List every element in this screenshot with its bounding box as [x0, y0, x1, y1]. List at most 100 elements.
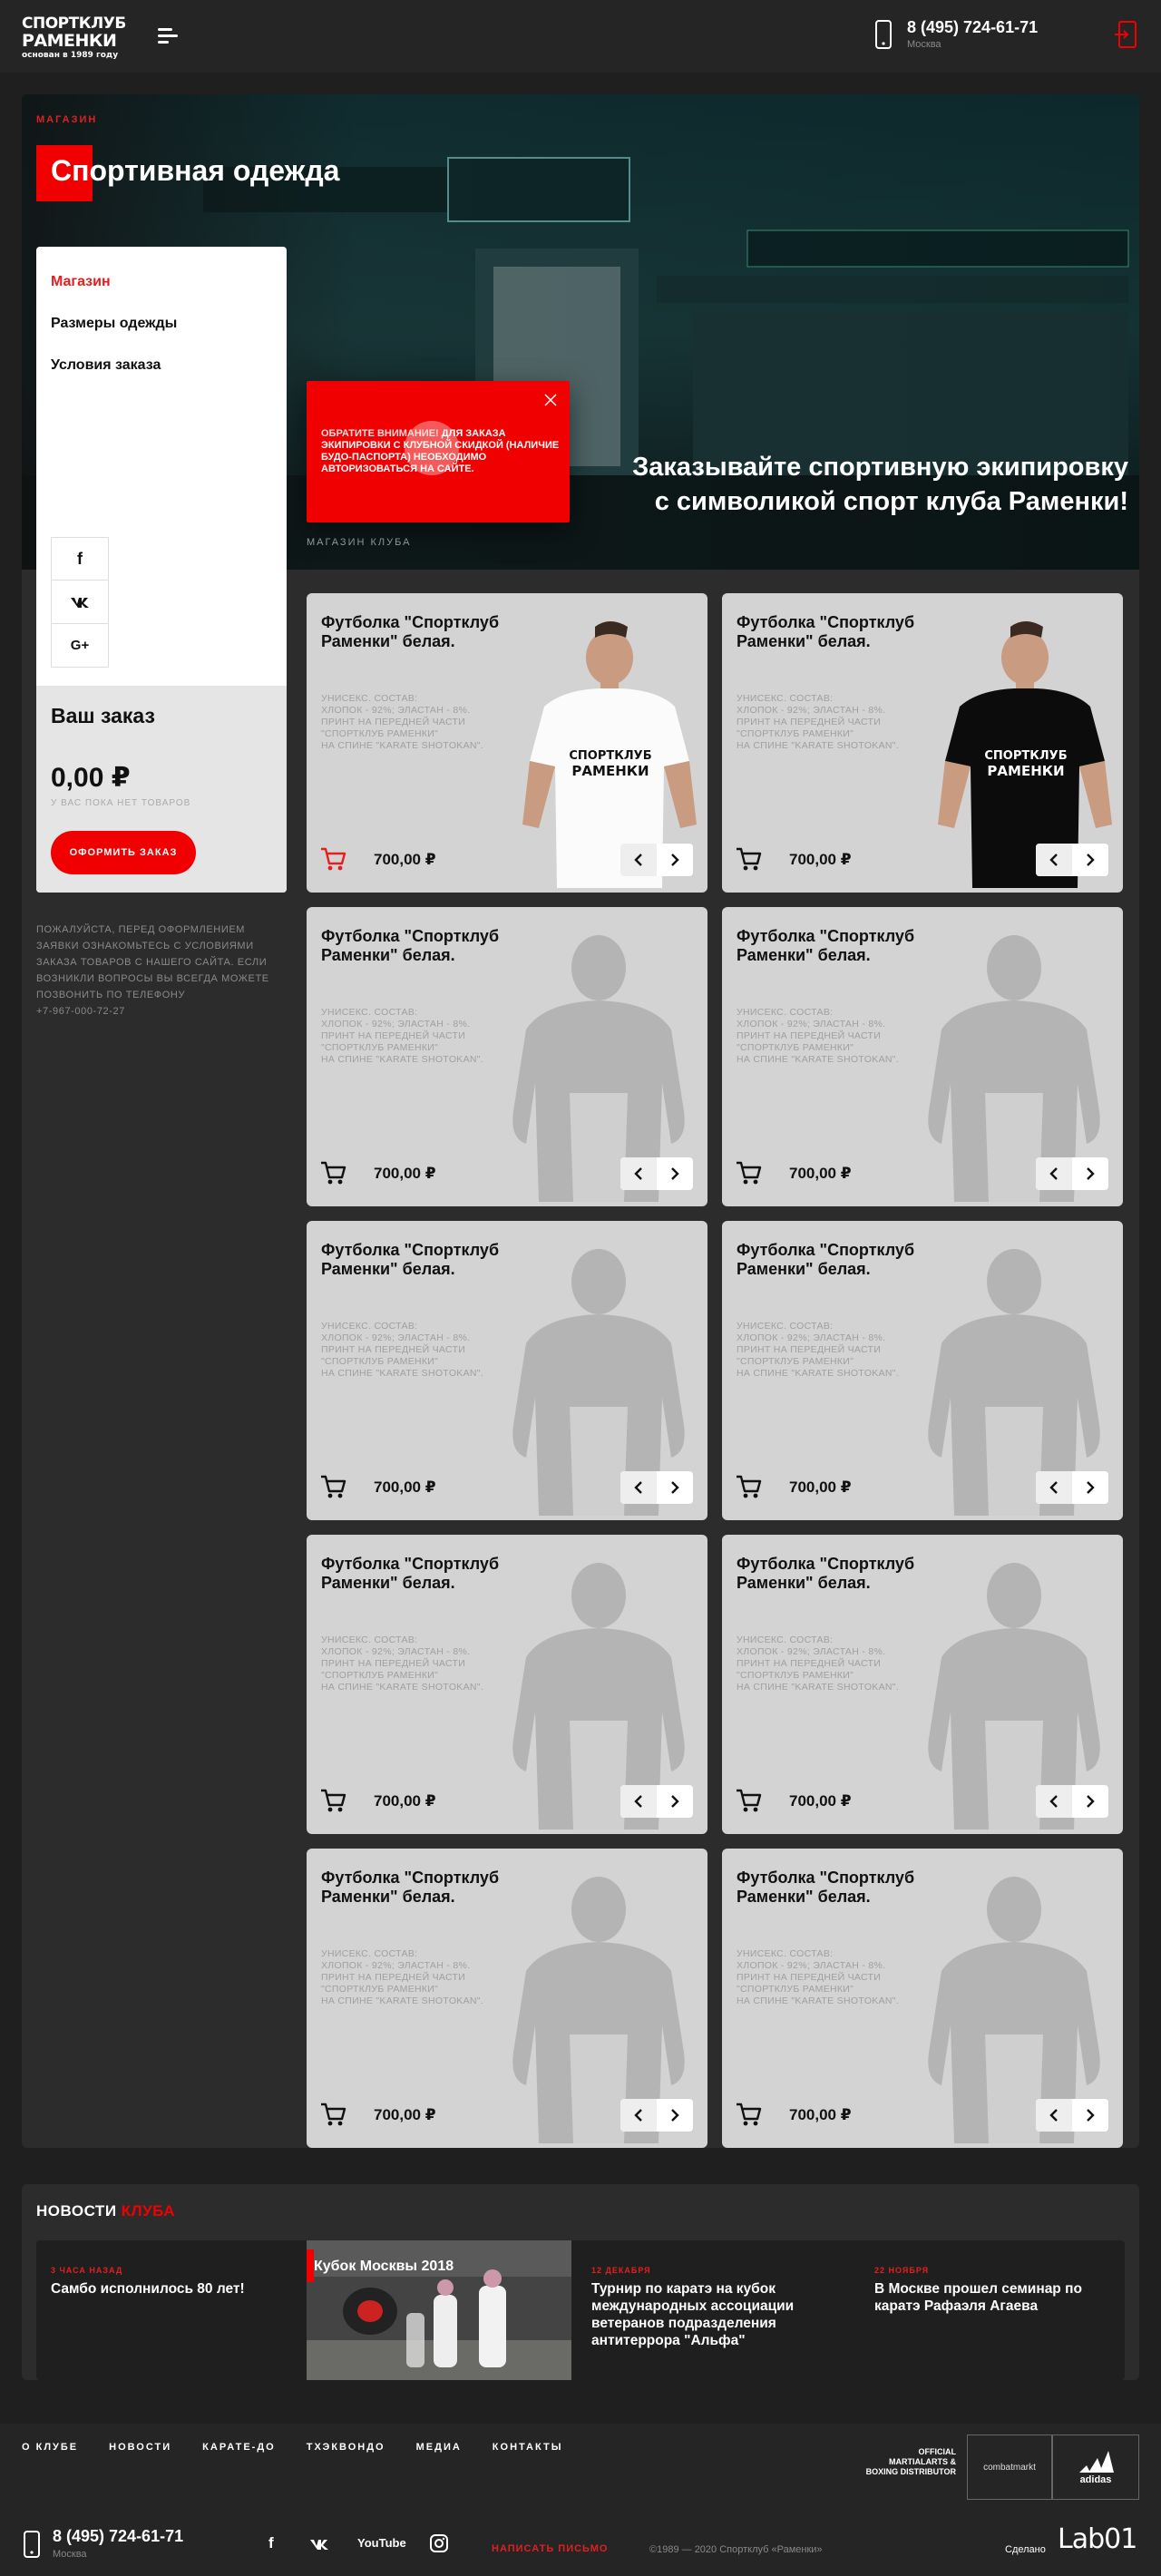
order-title: Ваш заказ [51, 704, 155, 727]
product-card[interactable]: Футболка "Спортклуб Раменки" белая. УНИСЕ… [307, 1221, 707, 1520]
cart-icon[interactable] [319, 1787, 346, 1814]
footer-youtube-icon[interactable]: YouTube [357, 2536, 406, 2550]
next-image-button[interactable] [657, 844, 693, 876]
prev-image-button[interactable] [620, 1785, 657, 1818]
checkout-button[interactable]: ОФОРМИТЬ ЗАКАЗ [51, 831, 196, 874]
cart-icon[interactable] [319, 845, 346, 873]
order-note-phone[interactable]: +7-967-000-72-27 [36, 1006, 125, 1017]
next-image-button[interactable] [1072, 2099, 1108, 2132]
facebook-button[interactable]: f [51, 537, 109, 581]
prev-image-button[interactable] [1036, 1471, 1072, 1504]
footer-link-media[interactable]: МЕДИА [416, 2442, 462, 2453]
footer-link-taekwondo[interactable]: ТХЭКВОНДО [307, 2442, 385, 2453]
logo-line-2: РАМЕНКИ [22, 31, 117, 51]
footer-link-about[interactable]: О КЛУБЕ [22, 2442, 78, 2453]
product-title: Футболка "Спортклуб Раменки" белая. [321, 1241, 500, 1278]
product-card[interactable]: Футболка "Спортклуб Раменки" белая. УНИСЕ… [307, 1849, 707, 2148]
cart-icon[interactable] [319, 2101, 346, 2128]
product-card[interactable]: Футболка "Спортклуб Раменки" белая. УНИСЕ… [722, 1849, 1123, 2148]
cart-icon[interactable] [735, 1159, 762, 1186]
studio-logo[interactable]: Lab01 [1058, 2523, 1137, 2555]
prev-image-button[interactable] [620, 2099, 657, 2132]
write-email-link[interactable]: НАПИСАТЬ ПИСЬМО [492, 2543, 608, 2554]
product-description: УНИСЕКС. СОСТАВ: ХЛОПОК - 92%; ЭЛАСТАН -… [737, 1634, 900, 1693]
product-description: УНИСЕКС. СОСТАВ: ХЛОПОК - 92%; ЭЛАСТАН -… [321, 1634, 484, 1693]
next-image-button[interactable] [1072, 1157, 1108, 1190]
chevron-right-icon [1087, 1795, 1095, 1808]
footer-city: Москва [53, 2549, 87, 2560]
news-item-featured[interactable]: Кубок Москвы 2018 [307, 2240, 571, 2380]
news-item[interactable]: 3 ЧАСА НАЗАД Самбо исполнилось 80 лет! [36, 2240, 301, 2380]
image-slider-controls [1036, 1471, 1108, 1504]
close-icon[interactable] [542, 392, 559, 408]
order-total: 0,00 ₽ [51, 763, 131, 793]
cart-icon[interactable] [319, 1473, 346, 1500]
menu-burger-button[interactable] [158, 28, 180, 46]
news-headline: Турнир по каратэ на кубок международных … [591, 2281, 795, 2348]
next-image-button[interactable] [657, 1471, 693, 1504]
shirt-print: СПОРТКЛУБ [984, 749, 1067, 763]
product-title: Футболка "Спортклуб Раменки" белая. [737, 1869, 915, 1906]
sidebar-item-sizes[interactable]: Размеры одежды [51, 316, 177, 332]
footer-link-contacts[interactable]: КОНТАКТЫ [493, 2442, 563, 2453]
sidebar-item-shop[interactable]: Магазин [51, 274, 177, 290]
footer-link-karate[interactable]: КАРАТЕ-ДО [202, 2442, 276, 2453]
footer-nav: О КЛУБЕ НОВОСТИ КАРАТЕ-ДО ТХЭКВОНДО МЕДИ… [22, 2442, 593, 2453]
next-image-button[interactable] [1072, 1785, 1108, 1818]
product-card[interactable]: СПОРТКЛУБ РАМЕНКИ Футболка "Спортклуб Раме… [307, 593, 707, 893]
header-phone[interactable]: 8 (495) 724-61-71 [907, 18, 1038, 37]
product-card[interactable]: СПОРТКЛУБ РАМЕНКИ Футболка "Спортклуб Раме… [722, 593, 1123, 893]
made-by-label: Сделано [1005, 2544, 1046, 2555]
news-item[interactable]: 22 НОЯБРЯ В Москве прошел семинар по кар… [860, 2240, 1125, 2380]
product-card[interactable]: Футболка "Спортклуб Раменки" белая. УНИСЕ… [722, 907, 1123, 1206]
footer-link-news[interactable]: НОВОСТИ [109, 2442, 171, 2453]
next-image-button[interactable] [657, 1157, 693, 1190]
prev-image-button[interactable] [1036, 1157, 1072, 1190]
cart-icon[interactable] [735, 2101, 762, 2128]
google-plus-button[interactable]: G+ [51, 624, 109, 668]
news-date: 22 НОЯБРЯ [874, 2266, 930, 2275]
adidas-label: adidas [1079, 2474, 1112, 2485]
footer-instagram-icon[interactable] [430, 2534, 448, 2552]
next-image-button[interactable] [657, 1785, 693, 1818]
cart-icon[interactable] [735, 845, 762, 873]
vk-button[interactable] [51, 581, 109, 624]
product-card[interactable]: Футболка "Спортклуб Раменки" белая. УНИСЕ… [307, 1535, 707, 1834]
prev-image-button[interactable] [1036, 844, 1072, 876]
footer-vk-icon[interactable] [308, 2538, 330, 2551]
adidas-logo[interactable]: adidas [1052, 2435, 1139, 2500]
news-date: 3 ЧАСА НАЗАД [51, 2266, 123, 2275]
cart-icon[interactable] [319, 1159, 346, 1186]
next-image-button[interactable] [657, 2099, 693, 2132]
product-card[interactable]: Футболка "Спортклуб Раменки" белая. УНИСЕ… [722, 1535, 1123, 1834]
next-image-button[interactable] [1072, 1471, 1108, 1504]
product-card[interactable]: Футболка "Спортклуб Раменки" белая. УНИСЕ… [722, 1221, 1123, 1520]
footer-phone[interactable]: 8 (495) 724-61-71 [53, 2527, 183, 2546]
product-title: Футболка "Спортклуб Раменки" белая. [321, 613, 500, 650]
chevron-left-icon [1049, 2109, 1058, 2122]
product-title: Футболка "Спортклуб Раменки" белая. [321, 1869, 500, 1906]
sidebar-item-terms[interactable]: Условия заказа [51, 357, 177, 374]
club-logo[interactable]: СПОРТКЛУБ РАМЕНКИ основан в 1989 году [22, 16, 126, 60]
footer-facebook-icon[interactable]: f [268, 2534, 274, 2552]
image-slider-controls [1036, 844, 1108, 876]
news-title-white: НОВОСТИ [36, 2202, 117, 2220]
combatmarkt-logo[interactable]: combatmarkt [967, 2435, 1052, 2500]
prev-image-button[interactable] [1036, 2099, 1072, 2132]
news-item[interactable]: 12 ДЕКАБРЯ Турнир по каратэ на кубок меж… [577, 2240, 842, 2380]
product-card[interactable]: Футболка "Спортклуб Раменки" белая. УНИСЕ… [307, 907, 707, 1206]
phone-icon [875, 20, 892, 49]
notice-text: ОБРАТИТЕ ВНИМАНИЕ! ДЛЯ ЗАКАЗА ЭКИПИРОВКИ… [321, 428, 562, 475]
prev-image-button[interactable] [620, 1157, 657, 1190]
site-header: СПОРТКЛУБ РАМЕНКИ основан в 1989 году 8 … [0, 0, 1161, 73]
login-icon[interactable] [1114, 20, 1137, 49]
cart-icon[interactable] [735, 1787, 762, 1814]
prev-image-button[interactable] [1036, 1785, 1072, 1818]
notice-bold: ОБРАТИТЕ ВНИМАНИЕ! [321, 428, 439, 439]
product-description: УНИСЕКС. СОСТАВ: ХЛОПОК - 92%; ЭЛАСТАН -… [321, 1948, 484, 2006]
prev-image-button[interactable] [620, 1471, 657, 1504]
next-image-button[interactable] [1072, 844, 1108, 876]
breadcrumb[interactable]: МАГАЗИН [36, 114, 97, 125]
cart-icon[interactable] [735, 1473, 762, 1500]
prev-image-button[interactable] [620, 844, 657, 876]
